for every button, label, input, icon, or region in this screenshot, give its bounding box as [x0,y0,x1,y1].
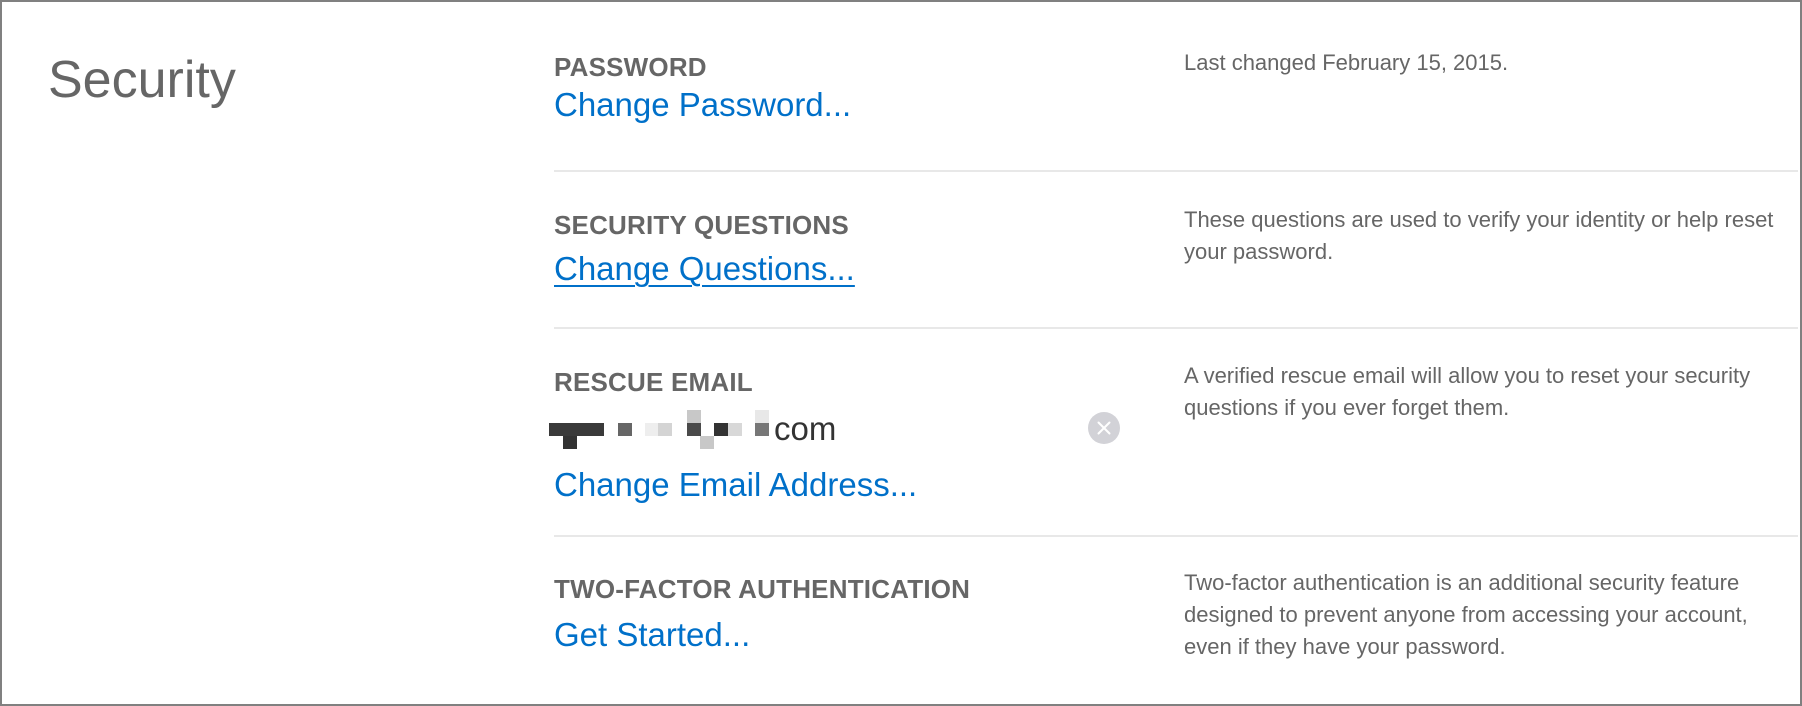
two-factor-description: Two-factor authentication is an addition… [1184,570,1748,659]
section-two-factor-authentication: TWO-FACTOR AUTHENTICATION Get Started...… [554,2,1800,704]
security-settings-panel: Security PASSWORD Change Password... Las… [0,0,1802,706]
get-started-link[interactable]: Get Started... [554,618,750,651]
page-title: Security [48,51,236,109]
section-header-two-factor: TWO-FACTOR AUTHENTICATION [554,574,971,604]
